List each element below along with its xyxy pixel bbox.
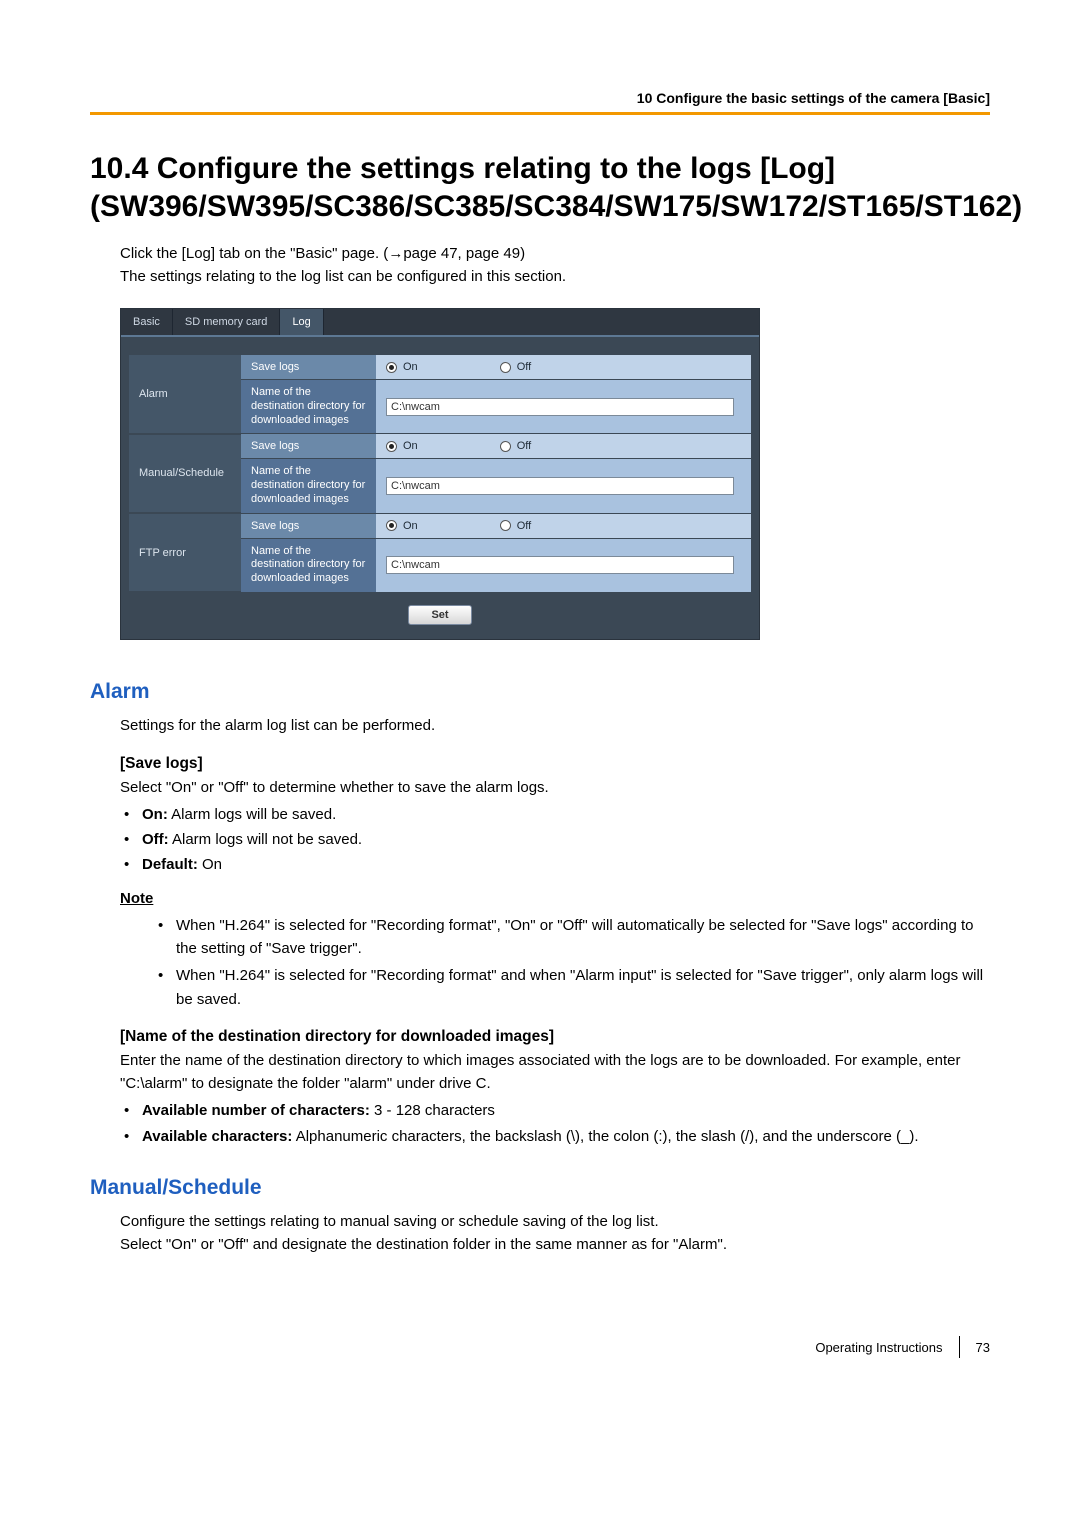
on-label: On: — [142, 806, 168, 823]
tabs-row: Basic SD memory card Log — [121, 309, 759, 335]
alarm-savelogs-label: Save logs — [241, 355, 376, 380]
manual-savelogs-on-radio[interactable] — [386, 441, 397, 452]
manual-line2: Select "On" or "Off" and designate the d… — [120, 1233, 990, 1256]
savelogs-default-item: Default: On — [120, 853, 990, 876]
manual-off-label: Off — [517, 440, 531, 452]
off-text: Alarm logs will not be saved. — [169, 831, 362, 848]
footer-page: 73 — [976, 1340, 990, 1355]
chars-label: Available number of characters: — [142, 1102, 370, 1119]
manual-savelogs-off-radio[interactable] — [500, 441, 511, 452]
alarm-dest-input[interactable] — [386, 398, 734, 416]
manual-savelogs-radio-group: On Off — [386, 440, 741, 452]
alarm-savelogs-on-radio[interactable] — [386, 362, 397, 373]
tab-log[interactable]: Log — [280, 309, 323, 335]
note-1: When "H.264" is selected for "Recording … — [154, 914, 990, 961]
savelogs-subhead: [Save logs] — [120, 752, 990, 776]
alarm-on-label: On — [403, 361, 418, 373]
set-button[interactable]: Set — [408, 605, 471, 625]
ftp-savelogs-label: Save logs — [241, 513, 376, 538]
destdir-desc: Enter the name of the destination direct… — [120, 1049, 990, 1096]
ftp-dest-input[interactable] — [386, 556, 734, 574]
off-label: Off: — [142, 831, 169, 848]
manual-on-label: On — [403, 440, 418, 452]
tabs-spacer — [324, 309, 759, 335]
manual-line1: Configure the settings relating to manua… — [120, 1210, 990, 1233]
tab-basic[interactable]: Basic — [121, 309, 173, 335]
savelogs-off-item: Off: Alarm logs will not be saved. — [120, 828, 990, 851]
default-label: Default: — [142, 856, 198, 873]
page-title: 10.4 Configure the settings relating to … — [90, 150, 990, 225]
chars-text: 3 - 128 characters — [370, 1102, 495, 1119]
intro-arrow: → — [388, 245, 403, 262]
footer-divider — [959, 1336, 960, 1358]
ftp-dest-label: Name of the destination directory for do… — [241, 538, 376, 592]
savelogs-desc: Select "On" or "Off" to determine whethe… — [120, 776, 990, 799]
note-2: When "H.264" is selected for "Recording … — [154, 964, 990, 1011]
footer-label: Operating Instructions — [815, 1340, 942, 1355]
destdir-chars-item: Available number of characters: 3 - 128 … — [120, 1099, 990, 1122]
header-breadcrumb: 10 Configure the basic settings of the c… — [90, 90, 990, 106]
tab-sd-memory[interactable]: SD memory card — [173, 309, 281, 335]
page-footer: Operating Instructions 73 — [90, 1336, 990, 1358]
manual-dest-label: Name of the destination directory for do… — [241, 459, 376, 513]
on-text: Alarm logs will be saved. — [168, 806, 336, 823]
log-settings-panel: Basic SD memory card Log Alarm Save logs… — [120, 308, 760, 640]
note-heading: Note — [120, 887, 990, 910]
section-manual-heading: Manual/Schedule — [90, 1176, 990, 1200]
section-alarm-heading: Alarm — [90, 680, 990, 704]
ftp-savelogs-on-radio[interactable] — [386, 520, 397, 531]
alarm-savelogs-radio-group: On Off — [386, 361, 741, 373]
avail-text: Alphanumeric characters, the backslash (… — [292, 1128, 918, 1145]
destdir-subhead: [Name of the destination directory for d… — [120, 1025, 990, 1049]
ftp-savelogs-radio-group: On Off — [386, 520, 741, 532]
category-ftp: FTP error — [129, 513, 241, 592]
alarm-desc: Settings for the alarm log list can be p… — [120, 714, 990, 737]
alarm-savelogs-off-radio[interactable] — [500, 362, 511, 373]
intro-line1b: page 47, page 49) — [403, 245, 525, 262]
ftp-on-label: On — [403, 520, 418, 532]
category-manual: Manual/Schedule — [129, 434, 241, 513]
savelogs-on-item: On: Alarm logs will be saved. — [120, 803, 990, 826]
manual-savelogs-label: Save logs — [241, 434, 376, 459]
alarm-off-label: Off — [517, 361, 531, 373]
header-rule — [90, 112, 990, 115]
ftp-off-label: Off — [517, 520, 531, 532]
avail-label: Available characters: — [142, 1128, 292, 1145]
intro-line1a: Click the [Log] tab on the "Basic" page.… — [120, 245, 388, 262]
default-text: On — [198, 856, 222, 873]
alarm-dest-label: Name of the destination directory for do… — [241, 380, 376, 434]
intro-line2: The settings relating to the log list ca… — [120, 268, 566, 285]
destdir-avail-item: Available characters: Alphanumeric chara… — [120, 1125, 990, 1148]
category-alarm: Alarm — [129, 355, 241, 434]
ftp-savelogs-off-radio[interactable] — [500, 520, 511, 531]
manual-dest-input[interactable] — [386, 477, 734, 495]
